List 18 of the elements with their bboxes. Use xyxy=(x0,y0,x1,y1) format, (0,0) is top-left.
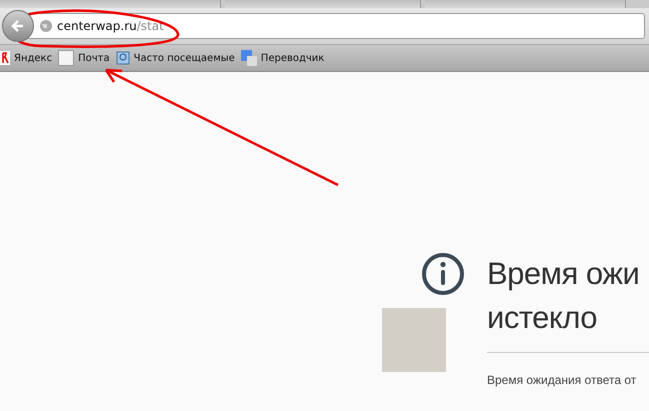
bookmark-link[interactable]: Часто посещаемые xyxy=(116,51,235,65)
browser-tab[interactable] xyxy=(425,0,626,8)
info-icon xyxy=(421,252,465,296)
globe-icon xyxy=(39,19,53,33)
translate-icon xyxy=(240,50,257,66)
folder-icon xyxy=(116,51,130,65)
bookmark-link[interactable]: Яндекс xyxy=(0,51,52,65)
placeholder-square xyxy=(382,308,446,372)
back-button[interactable] xyxy=(2,10,34,42)
error-message: Время ожидания ответа от xyxy=(487,373,638,387)
back-arrow-icon xyxy=(11,19,25,33)
error-title: Время ожи истекло xyxy=(487,255,640,337)
browser-tab[interactable] xyxy=(225,0,421,8)
yandex-icon xyxy=(0,51,10,65)
bookmark-link[interactable]: Почта xyxy=(58,50,110,66)
bookmark-link[interactable]: Переводчик xyxy=(240,50,324,66)
address-field[interactable]: centerwap.ru/stat xyxy=(26,13,645,39)
page-icon xyxy=(58,50,74,66)
